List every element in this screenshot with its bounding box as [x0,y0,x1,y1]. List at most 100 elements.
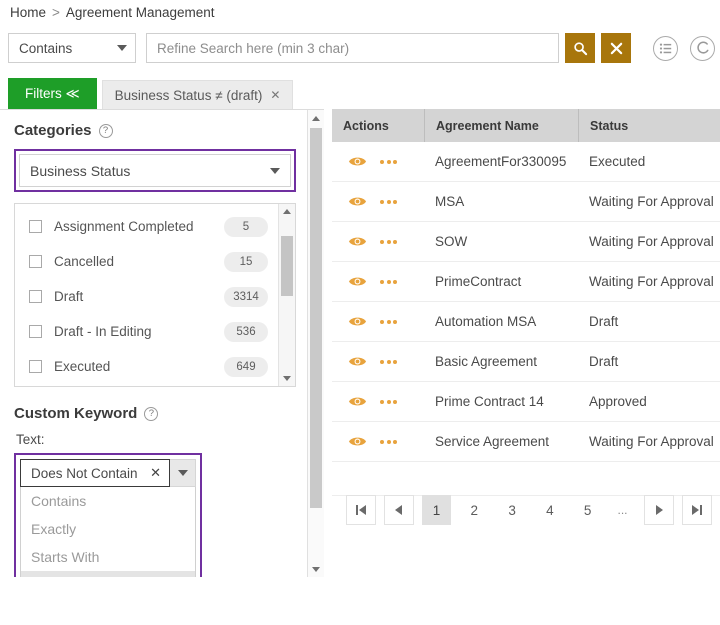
row-actions [332,355,424,368]
table-row[interactable]: SOW Waiting For Approval [332,222,720,262]
list-item[interactable]: Executed 649 [15,349,277,384]
pagination-next-button[interactable] [644,495,674,525]
clear-search-button[interactable] [601,33,631,63]
active-filter-chip[interactable]: Business Status ≠ (draft) ✕ [102,80,294,109]
filter-tab-strip: Filters ≪ Business Status ≠ (draft) ✕ [8,78,293,109]
categories-title: Categories [14,122,92,139]
list-item[interactable]: Draft - In Editing 536 [15,314,277,349]
table-row[interactable]: Service Agreement Waiting For Approval [332,422,720,462]
pagination-page-2[interactable]: 2 [459,495,489,525]
checkbox[interactable] [29,255,42,268]
match-mode-select[interactable]: Contains [8,33,136,63]
list-item[interactable]: Draft 3314 [15,279,277,314]
category-list-scrollbar[interactable] [278,204,295,386]
keyword-option-contains[interactable]: Contains [21,487,195,515]
table-row[interactable]: AgreementFor330095 Executed [332,142,720,182]
cell-status: Waiting For Approval [578,234,720,249]
close-icon[interactable]: ✕ [270,88,280,102]
cell-agreement-name: SOW [424,234,578,249]
checkbox[interactable] [29,290,42,303]
table-row[interactable]: MSA Waiting For Approval [332,182,720,222]
help-icon[interactable]: ? [99,124,113,138]
keyword-option-does-not-contain[interactable]: Does Not Contain [21,571,195,577]
keyword-dropdown-toggle[interactable] [170,459,196,487]
row-actions [332,195,424,208]
eye-icon[interactable] [348,435,367,448]
table-row[interactable]: Automation MSA Draft [332,302,720,342]
refresh-button[interactable] [690,36,715,61]
eye-icon[interactable] [348,395,367,408]
cell-agreement-name: PrimeContract [424,274,578,289]
more-options-icon[interactable] [380,160,397,164]
category-select-value: Business Status [30,163,130,179]
list-item-label: Executed [54,359,224,374]
eye-icon[interactable] [348,235,367,248]
pagination-first-button[interactable] [346,495,376,525]
help-icon[interactable]: ? [144,407,158,421]
pagination-page-1[interactable]: 1 [422,495,452,525]
close-icon[interactable]: ✕ [150,465,161,481]
more-options-icon[interactable] [380,200,397,204]
breadcrumb: Home > Agreement Management [10,5,215,20]
grid-header-row: Actions Agreement Name Status [332,109,720,142]
scroll-down-icon[interactable] [308,561,324,577]
eye-icon[interactable] [348,315,367,328]
keyword-token[interactable]: Does Not Contain ✕ [20,459,170,487]
column-header-agreement-name[interactable]: Agreement Name [424,109,578,142]
cell-status: Waiting For Approval [578,194,720,209]
more-options-icon[interactable] [380,360,397,364]
list-item[interactable]: Cancelled 15 [15,244,277,279]
pagination-previous-button[interactable] [384,495,414,525]
checkbox[interactable] [29,220,42,233]
more-options-icon[interactable] [380,440,397,444]
cell-agreement-name: Prime Contract 14 [424,394,578,409]
breadcrumb-home[interactable]: Home [10,5,46,20]
eye-icon[interactable] [348,355,367,368]
column-header-status[interactable]: Status [578,109,720,142]
more-options-icon[interactable] [380,280,397,284]
list-item-count: 15 [224,252,268,272]
eye-icon[interactable] [348,195,367,208]
more-options-icon[interactable] [380,240,397,244]
search-button[interactable] [565,33,595,63]
scroll-down-icon[interactable] [279,371,295,386]
list-item-label: Draft - In Editing [54,324,224,339]
cell-status: Executed [578,154,720,169]
list-item-count: 5 [224,217,268,237]
table-row[interactable]: PrimeContract Waiting For Approval [332,262,720,302]
filters-tab[interactable]: Filters ≪ [8,78,97,109]
refresh-icon [695,41,710,56]
chevron-down-icon [270,168,280,174]
pagination: 1 2 3 4 5 ... [332,495,720,525]
chevron-down-icon [117,45,127,51]
scroll-up-icon[interactable] [279,204,295,219]
pagination-page-4[interactable]: 4 [535,495,565,525]
more-options-icon[interactable] [380,320,397,324]
pagination-page-5[interactable]: 5 [573,495,603,525]
categories-heading: Categories ? [14,122,296,139]
pagination-ellipsis: ... [611,495,635,525]
eye-icon[interactable] [348,155,367,168]
pagination-page-3[interactable]: 3 [497,495,527,525]
scroll-up-icon[interactable] [308,110,324,126]
list-item[interactable]: Assignment Completed 5 [15,209,277,244]
scrollbar-thumb[interactable] [310,128,322,508]
pagination-last-button[interactable] [682,495,712,525]
breadcrumb-current: Agreement Management [66,5,215,20]
filters-panel-scrollbar[interactable] [307,110,324,577]
column-header-actions[interactable]: Actions [332,109,424,142]
keyword-option-starts-with[interactable]: Starts With [21,543,195,571]
table-row[interactable]: Prime Contract 14 Approved [332,382,720,422]
table-row[interactable]: Basic Agreement Draft [332,342,720,382]
scrollbar-thumb[interactable] [281,236,293,296]
checkbox[interactable] [29,360,42,373]
cell-agreement-name: MSA [424,194,578,209]
category-select[interactable]: Business Status [19,154,291,187]
eye-icon[interactable] [348,275,367,288]
checkbox[interactable] [29,325,42,338]
keyword-option-exactly[interactable]: Exactly [21,515,195,543]
search-input[interactable] [146,33,559,63]
list-view-button[interactable] [653,36,678,61]
list-item-label: Assignment Completed [54,219,224,234]
more-options-icon[interactable] [380,400,397,404]
